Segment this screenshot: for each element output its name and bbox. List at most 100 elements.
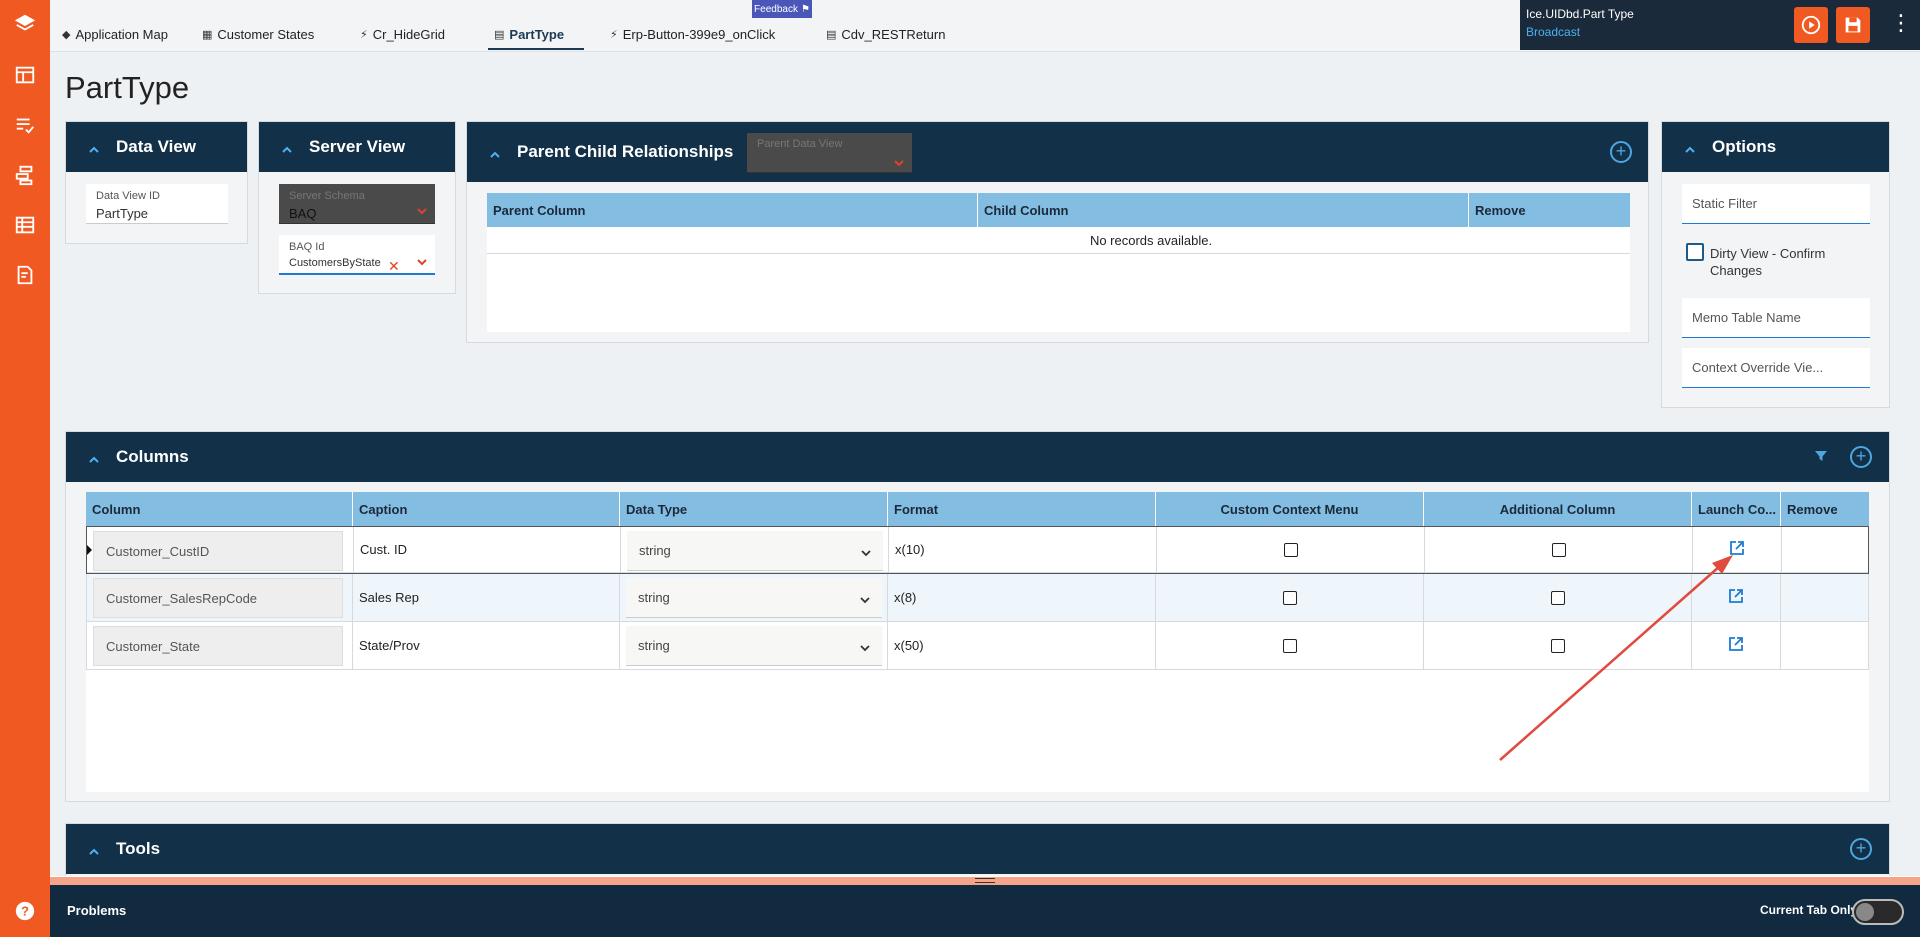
additional-column-checkbox[interactable] [1551, 542, 1566, 557]
column-header[interactable]: Additional Column [1424, 492, 1692, 526]
data-type-select[interactable]: string [627, 531, 883, 571]
document-edit-icon[interactable] [0, 257, 50, 293]
additional-column-checkbox[interactable] [1550, 638, 1565, 653]
data-type-select[interactable]: string [626, 626, 882, 666]
column-header[interactable]: Format [888, 492, 1156, 526]
column-header[interactable]: Launch Co... [1692, 492, 1781, 526]
column-header[interactable]: Column [86, 492, 353, 526]
column-header[interactable]: Custom Context Menu [1156, 492, 1424, 526]
baq-id-select[interactable]: BAQ Id CustomersByState ✕ [279, 235, 435, 275]
column-header[interactable]: Data Type [620, 492, 888, 526]
chevron-down-icon [861, 546, 871, 557]
panel-splitter[interactable] [50, 876, 1920, 885]
data-view-id-field[interactable]: Data View ID PartType [86, 184, 228, 224]
run-button[interactable] [1794, 7, 1828, 43]
custom-context-menu-checkbox[interactable] [1282, 638, 1297, 653]
table-row[interactable]: Customer_State State/Prov string x(50) [86, 622, 1869, 670]
tab-cdv-restreturn[interactable]: ▤ Cdv_RESTReturn [826, 24, 945, 44]
parent-child-header[interactable]: Parent Child Relationships Parent Data V… [467, 122, 1648, 182]
column-header[interactable]: Parent Column [487, 193, 978, 227]
tab-cr-hidegrid[interactable]: ⚡ Cr_HideGrid [360, 24, 445, 44]
grid-icon[interactable] [0, 207, 50, 243]
data-view-panel: Data View Data View ID PartType [65, 121, 248, 244]
table-icon: ▦ [202, 28, 213, 41]
format-cell[interactable]: x(50) [888, 622, 1156, 670]
hierarchy-icon[interactable] [0, 157, 50, 193]
column-header[interactable]: Child Column [978, 193, 1469, 227]
table-row[interactable]: Customer_CustID Cust. ID string x(10) [86, 526, 1869, 574]
caption-cell[interactable]: State/Prov [353, 622, 620, 670]
chevron-down-icon [860, 641, 870, 652]
format-cell[interactable]: x(10) [889, 527, 1157, 573]
checklist-icon[interactable] [0, 107, 50, 143]
app-info-bar: Ice.UIDbd.Part Type Broadcast [1520, 0, 1920, 50]
app-name: Ice.UIDbd.Part Type [1526, 7, 1634, 21]
caption-cell[interactable]: Sales Rep [353, 574, 620, 622]
chevron-up-icon[interactable] [1684, 141, 1696, 153]
save-button[interactable] [1836, 7, 1870, 43]
static-filter-input[interactable]: Static Filter [1682, 184, 1870, 224]
tools-header[interactable]: Tools + [66, 824, 1889, 874]
current-tab-only-label: Current Tab Only [1760, 903, 1858, 917]
data-view-header[interactable]: Data View [66, 122, 247, 172]
columns-header[interactable]: Columns + [66, 432, 1889, 482]
column-name-field[interactable]: Customer_State [93, 626, 343, 666]
column-header[interactable]: Remove [1781, 492, 1869, 526]
dirty-view-label: Dirty View - Confirm Changes [1710, 246, 1826, 278]
options-panel: Options Static Filter Dirty View - Confi… [1661, 121, 1890, 408]
custom-context-menu-checkbox[interactable] [1283, 542, 1298, 557]
tab-customer-states[interactable]: ▦ Customer States [202, 24, 314, 44]
add-tool-icon[interactable]: + [1850, 838, 1872, 860]
additional-column-checkbox[interactable] [1550, 590, 1565, 605]
columns-panel: Columns + Column Caption Data Type Forma… [65, 431, 1890, 802]
remove-cell[interactable] [1782, 527, 1868, 573]
more-menu-icon[interactable]: ⋮ [1890, 12, 1912, 34]
flag-icon: ⚑ [800, 3, 810, 15]
caption-cell[interactable]: Cust. ID [354, 527, 621, 573]
tab-application-map[interactable]: ◆ Application Map [62, 24, 168, 44]
chevron-up-icon[interactable] [88, 843, 100, 855]
server-view-header[interactable]: Server View [259, 122, 455, 172]
chevron-up-icon[interactable] [88, 451, 100, 463]
play-icon [1801, 15, 1821, 35]
help-icon[interactable]: ? [0, 893, 50, 929]
launch-external-icon[interactable] [1727, 587, 1745, 608]
custom-context-menu-checkbox[interactable] [1282, 590, 1297, 605]
feedback-button[interactable]: Feedback ⚑ [752, 0, 812, 18]
drag-handle-icon[interactable] [975, 878, 995, 883]
tools-panel: Tools + [65, 823, 1890, 876]
layers-icon[interactable] [0, 6, 50, 42]
parent-data-view-select[interactable]: Parent Data View [747, 133, 912, 173]
event-icon: ⚡ [360, 28, 368, 41]
data-type-select[interactable]: string [626, 578, 882, 618]
context-override-input[interactable]: Context Override Vie... [1682, 348, 1870, 388]
filter-icon[interactable] [1813, 448, 1829, 464]
remove-cell[interactable] [1781, 574, 1869, 622]
layers-icon: ◆ [62, 28, 71, 41]
memo-table-input[interactable]: Memo Table Name [1682, 298, 1870, 338]
chevron-up-icon[interactable] [88, 141, 100, 153]
column-header[interactable]: Remove [1469, 193, 1630, 227]
chevron-down-icon [417, 204, 427, 215]
options-header[interactable]: Options [1662, 122, 1889, 172]
column-name-field[interactable]: Customer_CustID [93, 531, 343, 571]
column-header[interactable]: Caption [353, 492, 620, 526]
launch-external-icon[interactable] [1727, 635, 1745, 656]
column-name-field[interactable]: Customer_SalesRepCode [93, 578, 343, 618]
server-schema-select[interactable]: Server Schema BAQ [279, 184, 435, 224]
current-tab-only-toggle[interactable] [1852, 899, 1904, 925]
broadcast-link[interactable]: Broadcast [1526, 25, 1580, 39]
dirty-view-checkbox[interactable] [1686, 243, 1704, 261]
table-row[interactable]: Customer_SalesRepCode Sales Rep string x… [86, 574, 1869, 622]
tab-erp-button[interactable]: ⚡ Erp-Button-399e9_onClick [610, 24, 775, 44]
add-relationship-icon[interactable]: + [1610, 141, 1632, 163]
clear-icon[interactable]: ✕ [388, 259, 400, 273]
remove-cell[interactable] [1781, 622, 1869, 670]
chevron-up-icon[interactable] [281, 141, 293, 153]
add-column-icon[interactable]: + [1850, 446, 1872, 468]
tab-parttype[interactable]: ▤ PartType [487, 24, 585, 50]
launch-external-icon[interactable] [1728, 539, 1746, 560]
dashboard-icon[interactable] [0, 57, 50, 93]
chevron-up-icon[interactable] [489, 146, 501, 158]
format-cell[interactable]: x(8) [888, 574, 1156, 622]
